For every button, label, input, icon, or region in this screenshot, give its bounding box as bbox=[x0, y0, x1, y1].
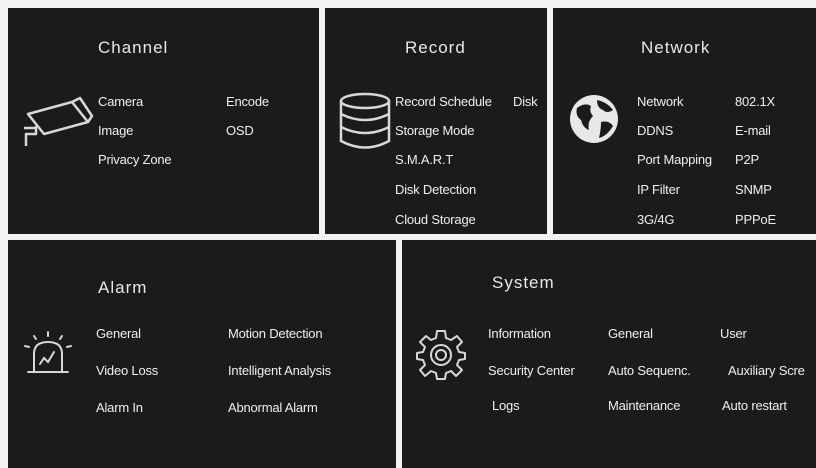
menu-image[interactable]: Image bbox=[98, 123, 133, 138]
menu-smart[interactable]: S.M.A.R.T bbox=[395, 152, 453, 167]
menu-record-schedule[interactable]: Record Schedule bbox=[395, 94, 492, 109]
menu-email[interactable]: E-mail bbox=[735, 123, 771, 138]
menu-motion-detection[interactable]: Motion Detection bbox=[228, 326, 323, 341]
menu-intelligent-analysis[interactable]: Intelligent Analysis bbox=[228, 363, 331, 378]
gear-icon bbox=[416, 330, 466, 380]
menu-alarm-in[interactable]: Alarm In bbox=[96, 400, 143, 415]
alarm-siren-icon bbox=[24, 331, 72, 373]
menu-information[interactable]: Information bbox=[488, 326, 551, 341]
menu-user[interactable]: User bbox=[720, 326, 747, 341]
channel-title: Channel bbox=[98, 38, 169, 57]
menu-snmp[interactable]: SNMP bbox=[735, 182, 772, 197]
menu-encode[interactable]: Encode bbox=[226, 94, 269, 109]
menu-system-general[interactable]: General bbox=[608, 326, 653, 341]
menu-auto-restart[interactable]: Auto restart bbox=[722, 398, 787, 413]
menu-p2p[interactable]: P2P bbox=[735, 152, 759, 167]
menu-network[interactable]: Network bbox=[637, 94, 683, 109]
menu-alarm-general[interactable]: General bbox=[96, 326, 141, 341]
alarm-panel: Alarm General Motion Detection Video Los… bbox=[8, 240, 396, 468]
menu-auxiliary-screen[interactable]: Auxiliary Scre bbox=[728, 363, 805, 378]
network-title: Network bbox=[641, 38, 711, 57]
menu-pppoe[interactable]: PPPoE bbox=[735, 212, 776, 227]
database-icon bbox=[339, 92, 391, 149]
menu-auto-sequence[interactable]: Auto Sequenc. bbox=[608, 363, 691, 378]
menu-security-center[interactable]: Security Center bbox=[488, 363, 575, 378]
menu-abnormal-alarm[interactable]: Abnormal Alarm bbox=[228, 400, 318, 415]
alarm-title: Alarm bbox=[98, 278, 148, 297]
menu-maintenance[interactable]: Maintenance bbox=[608, 398, 680, 413]
menu-storage-mode[interactable]: Storage Mode bbox=[395, 123, 474, 138]
menu-port-mapping[interactable]: Port Mapping bbox=[637, 152, 712, 167]
system-panel: System Information General User Security… bbox=[402, 240, 816, 468]
menu-camera[interactable]: Camera bbox=[98, 94, 143, 109]
record-title: Record bbox=[405, 38, 466, 57]
menu-video-loss[interactable]: Video Loss bbox=[96, 363, 158, 378]
menu-3g4g[interactable]: 3G/4G bbox=[637, 212, 674, 227]
menu-ip-filter[interactable]: IP Filter bbox=[637, 182, 680, 197]
menu-disk-detection[interactable]: Disk Detection bbox=[395, 182, 476, 197]
menu-ddns[interactable]: DDNS bbox=[637, 123, 673, 138]
menu-privacy-zone[interactable]: Privacy Zone bbox=[98, 152, 172, 167]
channel-panel: Channel Camera Encode Image OSD Privacy … bbox=[8, 8, 319, 234]
menu-disk[interactable]: Disk bbox=[513, 94, 538, 109]
network-panel: Network Network 802.1X DDNS E-mail Port … bbox=[553, 8, 816, 234]
menu-cloud-storage[interactable]: Cloud Storage bbox=[395, 212, 476, 227]
record-panel: Record Record Schedule Disk Storage Mode… bbox=[325, 8, 547, 234]
system-title: System bbox=[492, 273, 555, 292]
menu-logs[interactable]: Logs bbox=[492, 398, 520, 413]
menu-osd[interactable]: OSD bbox=[226, 123, 254, 138]
menu-8021x[interactable]: 802.1X bbox=[735, 94, 775, 109]
globe-icon bbox=[570, 95, 618, 143]
camera-icon bbox=[24, 96, 94, 146]
